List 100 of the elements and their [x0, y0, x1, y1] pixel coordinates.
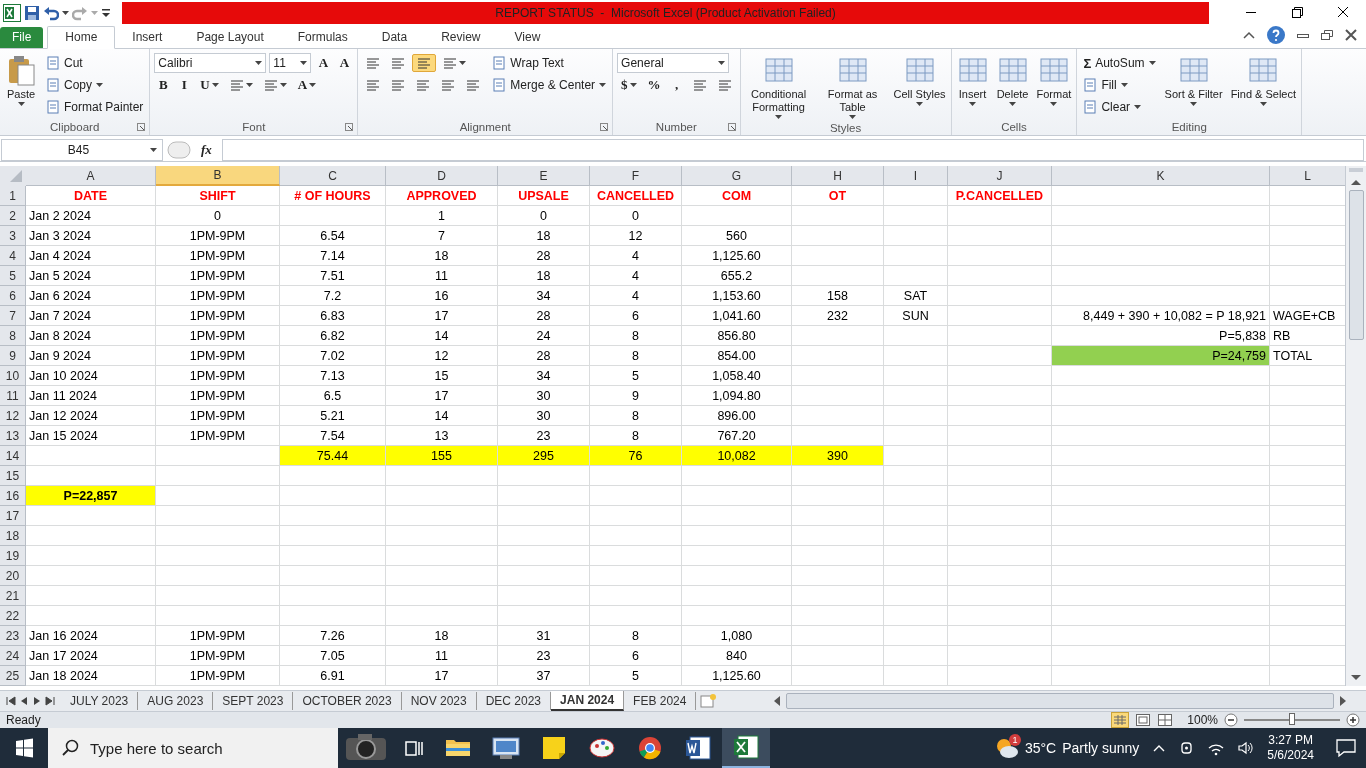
column-header[interactable]: K: [1052, 166, 1270, 186]
sheet-tab[interactable]: SEPT 2023: [213, 692, 294, 710]
ribbon-tab[interactable]: Insert: [115, 27, 180, 48]
row-header[interactable]: 8: [0, 326, 26, 346]
row-header[interactable]: 22: [0, 606, 26, 626]
formula-input[interactable]: [221, 139, 1364, 161]
ribbon-button[interactable]: Format as Table: [818, 53, 887, 121]
toolbar-button[interactable]: A: [293, 75, 321, 95]
zoom-level-text[interactable]: 100%: [1187, 713, 1218, 727]
next-sheet-icon[interactable]: [32, 696, 42, 706]
toolbar-button[interactable]: A: [314, 53, 333, 73]
sheet-tab[interactable]: AUG 2023: [138, 692, 214, 710]
column-header[interactable]: L: [1270, 166, 1345, 186]
ribbon-button[interactable]: Cell Styles: [892, 53, 947, 121]
row-header[interactable]: 18: [0, 526, 26, 546]
row-header[interactable]: 16: [0, 486, 26, 506]
clock[interactable]: 3:27 PM 5/6/2024: [1267, 733, 1314, 763]
page-break-view-icon[interactable]: [1157, 713, 1174, 727]
ribbon-button[interactable]: Copy: [44, 77, 105, 93]
ribbon-button[interactable]: Σ AutoSum: [1081, 54, 1158, 72]
scrollbar-thumb[interactable]: [1348, 190, 1364, 340]
row-header[interactable]: 10: [0, 366, 26, 386]
ribbon-button[interactable]: Fill: [1081, 77, 1130, 93]
row-header[interactable]: 1: [0, 186, 26, 206]
ribbon-tab[interactable]: Home: [47, 26, 116, 49]
help-icon[interactable]: [1266, 25, 1286, 45]
ribbon-button[interactable]: Merge & Center: [490, 77, 609, 93]
row-header[interactable]: 2: [0, 206, 26, 226]
ribbon-button[interactable]: Delete: [995, 53, 1030, 119]
last-sheet-icon[interactable]: [45, 696, 55, 706]
dropdown-field[interactable]: Calibri: [154, 53, 267, 73]
ribbon-tab[interactable]: Data: [364, 27, 425, 48]
undo-icon[interactable]: [43, 4, 59, 21]
excel-icon[interactable]: [3, 3, 21, 22]
page-layout-view-icon[interactable]: [1135, 713, 1152, 727]
ribbon-tab[interactable]: View: [497, 27, 558, 48]
ribbon-button[interactable]: Format Painter: [44, 99, 146, 115]
column-header[interactable]: B: [156, 166, 280, 186]
row-header[interactable]: 3: [0, 226, 26, 246]
zoom-out-icon[interactable]: [1224, 713, 1238, 727]
row-header[interactable]: 25: [0, 666, 26, 686]
row-header[interactable]: 12: [0, 406, 26, 426]
toolbar-button[interactable]: $: [617, 75, 641, 95]
toolbar-button[interactable]: ,: [667, 75, 686, 95]
row-header[interactable]: 24: [0, 646, 26, 666]
column-header[interactable]: E: [498, 166, 590, 186]
column-header[interactable]: D: [386, 166, 498, 186]
toolbar-button[interactable]: B: [154, 75, 173, 95]
column-header[interactable]: A: [26, 166, 156, 186]
dropdown-field[interactable]: 11: [269, 53, 312, 73]
launcher-icon[interactable]: [600, 123, 609, 131]
zoom-slider-thumb[interactable]: [1289, 713, 1295, 725]
column-header[interactable]: G: [682, 166, 792, 186]
dropdown-field[interactable]: General: [617, 53, 730, 73]
column-header[interactable]: I: [884, 166, 948, 186]
normal-view-icon[interactable]: [1111, 712, 1130, 728]
ribbon-tab[interactable]: Review: [424, 27, 498, 48]
column-header[interactable]: C: [280, 166, 386, 186]
toolbar-button[interactable]: %: [643, 75, 665, 95]
sheet-tab[interactable]: NOV 2023: [401, 692, 477, 710]
ribbon-button[interactable]: Paste: [4, 53, 38, 119]
launcher-icon[interactable]: [345, 123, 354, 131]
column-header[interactable]: F: [590, 166, 682, 186]
file-tab[interactable]: File: [0, 27, 44, 48]
ribbon-button[interactable]: Wrap Text: [490, 55, 566, 71]
ribbon-button[interactable]: Conditional Formatting: [744, 53, 813, 121]
split-handle-icon[interactable]: [1346, 166, 1366, 174]
name-box[interactable]: B45: [1, 139, 163, 161]
ribbon-button[interactable]: Format: [1035, 53, 1073, 119]
previous-sheet-icon[interactable]: [19, 696, 29, 706]
icon-button[interactable]: [412, 54, 437, 72]
row-header[interactable]: 6: [0, 286, 26, 306]
speaker-icon[interactable]: [1237, 740, 1256, 756]
toolbar-button[interactable]: U: [196, 75, 223, 95]
sheet-tab[interactable]: JULY 2023: [61, 692, 139, 710]
save-icon[interactable]: [24, 4, 40, 21]
restore-icon[interactable]: [1320, 28, 1334, 42]
row-header[interactable]: 19: [0, 546, 26, 566]
launcher-icon[interactable]: [727, 123, 736, 131]
toolbar-button[interactable]: A: [335, 53, 354, 73]
customize-icon[interactable]: [101, 6, 111, 19]
scrollbar-thumb[interactable]: [786, 693, 1334, 709]
row-header[interactable]: 20: [0, 566, 26, 586]
ribbon-button[interactable]: Sort & Filter: [1163, 53, 1224, 119]
search-field[interactable]: Type here to search: [48, 728, 338, 768]
taskbar-app[interactable]: [722, 728, 770, 768]
row-header[interactable]: 7: [0, 306, 26, 326]
insert-function-button[interactable]: fx: [195, 142, 218, 158]
sheet-tab[interactable]: OCTOBER 2023: [293, 692, 402, 710]
column-header[interactable]: H: [792, 166, 884, 186]
close-icon[interactable]: [1344, 28, 1358, 42]
column-header[interactable]: J: [948, 166, 1052, 186]
row-header[interactable]: 5: [0, 266, 26, 286]
row-header[interactable]: 14: [0, 446, 26, 466]
sheet-tab[interactable]: JAN 2024: [551, 691, 625, 711]
first-sheet-icon[interactable]: [6, 696, 16, 706]
weather-widget[interactable]: 1 35°C Partly sunny: [994, 737, 1140, 759]
toolbar-button[interactable]: I: [175, 75, 194, 95]
ribbon-button[interactable]: Insert: [955, 53, 990, 119]
expand-handle-icon[interactable]: [167, 140, 191, 160]
